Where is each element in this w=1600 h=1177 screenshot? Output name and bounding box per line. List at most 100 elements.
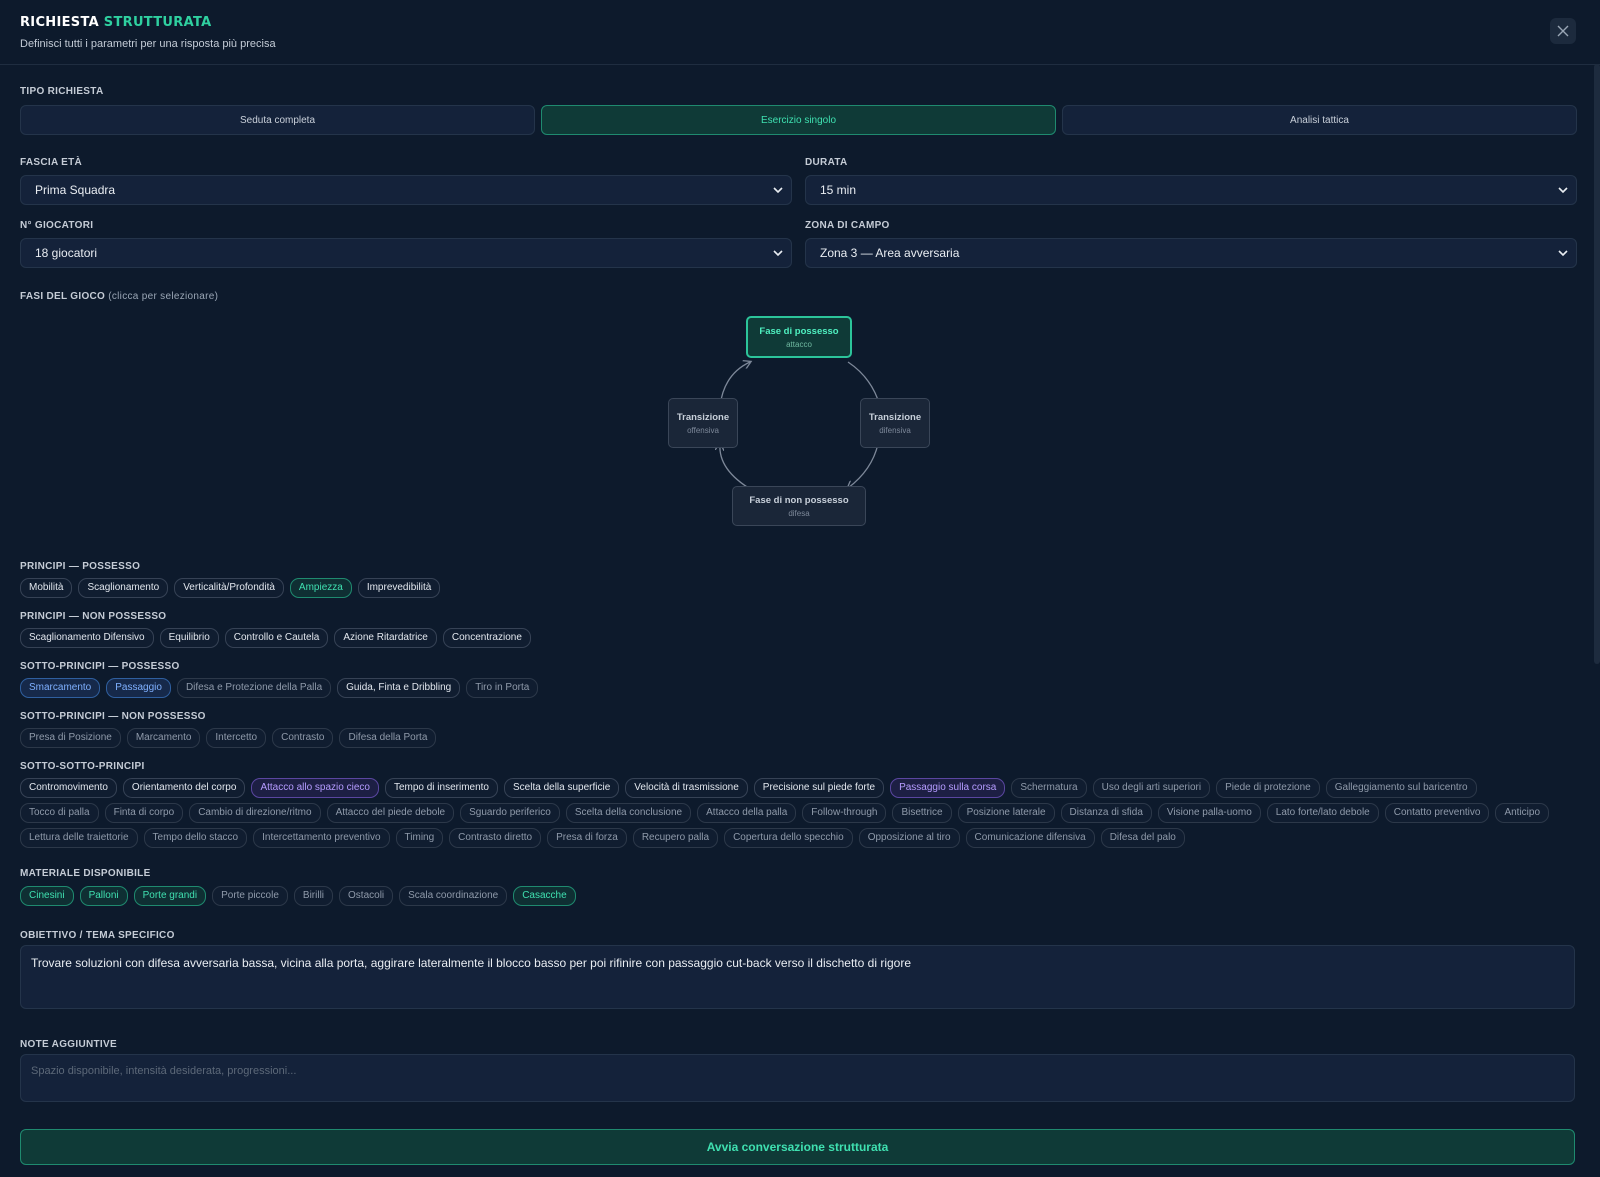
durata-label: DURATA: [805, 157, 848, 168]
fasi-gioco-diagram: Fase di possesso attacco Transizione off…: [640, 310, 960, 530]
sotto-sotto-chip[interactable]: Anticipo: [1495, 803, 1550, 823]
sotto-sotto-chip[interactable]: Attacco del piede debole: [326, 803, 455, 823]
tipo-esercizio-singolo-button[interactable]: Esercizio singolo: [541, 105, 1056, 135]
sotto-sotto-chip[interactable]: Passaggio sulla corsa: [890, 778, 1006, 798]
sotto-sotto-chip[interactable]: Timing: [395, 828, 444, 848]
sotto-sotto-chip[interactable]: Contromovimento: [20, 778, 117, 798]
sotto-sotto-chip[interactable]: Presa di forza: [547, 828, 627, 848]
principi-nonpos-chip[interactable]: Equilibrio: [159, 628, 219, 648]
fase-possesso-sub: attacco: [786, 339, 812, 349]
sotto-sotto-chip[interactable]: Attacco allo spazio cieco: [251, 778, 379, 798]
tipo-seduta-completa-button[interactable]: Seduta completa: [20, 105, 535, 135]
sotto-sotto-chip[interactable]: Cambio di direzione/ritmo: [189, 803, 321, 823]
transizione-difensiva-node[interactable]: Transizione difensiva: [860, 398, 930, 448]
sotto-sotto-chip[interactable]: Uso degli arti superiori: [1092, 778, 1211, 798]
sotto-sotto-chip[interactable]: Lato forte/lato debole: [1266, 803, 1379, 823]
principi-nonpos-chip[interactable]: Scaglionamento Difensivo: [20, 628, 154, 648]
principi-nonpos-chip[interactable]: Azione Ritardatrice: [334, 628, 437, 648]
sotto-sotto-chip[interactable]: Visione palla-uomo: [1157, 803, 1261, 823]
sotto-pos-chip[interactable]: Smarcamento: [20, 678, 101, 698]
principi-pos-chip[interactable]: Mobilità: [20, 578, 73, 598]
materiale-chips: Cinesini Palloni Porte grandi Porte piccole…: [20, 886, 1560, 906]
sotto-sotto-chip[interactable]: Schermatura: [1011, 778, 1087, 798]
tipo-analisi-tattica-button[interactable]: Analisi tattica: [1062, 105, 1577, 135]
sotto-sotto-chip[interactable]: Tempo dello stacco: [143, 828, 248, 848]
materiale-chip[interactable]: Palloni: [79, 886, 128, 906]
sotto-sotto-chip[interactable]: Precisione sul piede forte: [753, 778, 885, 798]
sotto-pos-chip[interactable]: Guida, Finta e Dribbling: [337, 678, 461, 698]
sotto-pos-chip[interactable]: Passaggio: [106, 678, 171, 698]
sotto-sotto-chip[interactable]: Posizione laterale: [957, 803, 1055, 823]
materiale-chip[interactable]: Casacche: [513, 886, 576, 906]
sotto-sotto-chip[interactable]: Distanza di sfida: [1060, 803, 1152, 823]
giocatori-label: N° GIOCATORI: [20, 220, 94, 231]
sotto-sotto-chip[interactable]: Opposizione al tiro: [858, 828, 960, 848]
sotto-sotto-chip[interactable]: Comunicazione difensiva: [965, 828, 1095, 848]
sotto-sotto-chip[interactable]: Follow-through: [802, 803, 887, 823]
sotto-sotto-chip[interactable]: Contatto preventivo: [1384, 803, 1490, 823]
sotto-sotto-chip[interactable]: Tempo di inserimento: [384, 778, 498, 798]
transizione-offensiva-node[interactable]: Transizione offensiva: [668, 398, 738, 448]
sotto-principi-non-possesso-label: SOTTO-PRINCIPI — NON POSSESSO: [20, 711, 206, 722]
fascia-eta-select[interactable]: Prima Squadra: [20, 175, 792, 205]
principi-non-possesso-chips: Scaglionamento Difensivo Equilibrio Contro…: [20, 628, 1560, 648]
sotto-sotto-chip[interactable]: Finta di corpo: [104, 803, 184, 823]
materiale-chip[interactable]: Birilli: [293, 886, 334, 906]
sotto-sotto-chip[interactable]: Difesa del palo: [1100, 828, 1185, 848]
sotto-nonpos-chip[interactable]: Presa di Posizione: [20, 728, 121, 748]
materiale-chip[interactable]: Ostacoli: [339, 886, 394, 906]
fase-non-possesso-title: Fase di non possesso: [749, 494, 849, 506]
sotto-principi-possesso-label: SOTTO-PRINCIPI — POSSESSO: [20, 661, 180, 672]
sotto-pos-chip[interactable]: Tiro in Porta: [466, 678, 539, 698]
sotto-sotto-chip[interactable]: Tocco di palla: [20, 803, 99, 823]
fase-possesso-title: Fase di possesso: [759, 325, 839, 337]
sotto-sotto-chip[interactable]: Velocità di trasmissione: [625, 778, 748, 798]
fasi-gioco-title: FASI DEL GIOCO: [20, 291, 106, 302]
sotto-sotto-chip[interactable]: Bisettrice: [892, 803, 952, 823]
obiettivo-textarea[interactable]: Trovare soluzioni con difesa avversaria …: [20, 945, 1575, 1009]
materiale-chip[interactable]: Porte piccole: [212, 886, 288, 906]
sotto-sotto-chip[interactable]: Lettura delle traiettorie: [20, 828, 138, 848]
sotto-sotto-chip[interactable]: Scelta della superficie: [504, 778, 620, 798]
sotto-nonpos-chip[interactable]: Intercetto: [206, 728, 267, 748]
principi-nonpos-chip[interactable]: Controllo e Cautela: [224, 628, 329, 648]
sotto-sotto-chip[interactable]: Recupero palla: [632, 828, 719, 848]
sotto-sotto-chip[interactable]: Contrasto diretto: [449, 828, 542, 848]
fascia-eta-value: Prima Squadra: [35, 183, 116, 197]
principi-pos-chip[interactable]: Ampiezza: [289, 578, 352, 598]
principi-pos-chip[interactable]: Imprevedibilità: [357, 578, 441, 598]
sotto-sotto-chip[interactable]: Copertura dello specchio: [724, 828, 853, 848]
principi-pos-chip[interactable]: Scaglionamento: [78, 578, 169, 598]
close-icon: [1557, 25, 1569, 37]
sotto-pos-chip[interactable]: Difesa e Protezione della Palla: [176, 678, 332, 698]
sotto-sotto-chip[interactable]: Attacco della palla: [697, 803, 797, 823]
sotto-sotto-chip[interactable]: Piede di protezione: [1216, 778, 1320, 798]
obiettivo-label: OBIETTIVO / TEMA SPECIFICO: [20, 930, 175, 941]
scrollbar[interactable]: [1594, 64, 1600, 664]
fase-possesso-node[interactable]: Fase di possesso attacco: [746, 316, 852, 358]
materiale-chip[interactable]: Porte grandi: [133, 886, 207, 906]
fase-non-possesso-node[interactable]: Fase di non possesso difesa: [732, 486, 866, 526]
giocatori-value: 18 giocatori: [35, 246, 98, 260]
sotto-nonpos-chip[interactable]: Difesa della Porta: [339, 728, 437, 748]
sotto-sotto-chip[interactable]: Intercettamento preventivo: [253, 828, 390, 848]
durata-value: 15 min: [820, 183, 857, 197]
principi-nonpos-chip[interactable]: Concentrazione: [442, 628, 531, 648]
close-button[interactable]: [1550, 18, 1576, 44]
sotto-sotto-chip[interactable]: Galleggiamento sul baricentro: [1325, 778, 1477, 798]
sotto-sotto-chip[interactable]: Orientamento del corpo: [122, 778, 246, 798]
note-textarea[interactable]: Spazio disponibile, intensità desiderata…: [20, 1054, 1575, 1102]
avvia-conversazione-button[interactable]: Avvia conversazione strutturata: [20, 1129, 1575, 1165]
sotto-sotto-chip[interactable]: Sguardo periferico: [460, 803, 560, 823]
sotto-nonpos-chip[interactable]: Contrasto: [272, 728, 334, 748]
zona-campo-select[interactable]: Zona 3 — Area avversaria: [805, 238, 1577, 268]
sotto-sotto-chip[interactable]: Scelta della conclusione: [565, 803, 692, 823]
sotto-nonpos-chip[interactable]: Marcamento: [126, 728, 201, 748]
giocatori-select[interactable]: 18 giocatori: [20, 238, 792, 268]
materiale-chip[interactable]: Scala coordinazione: [399, 886, 508, 906]
materiale-chip[interactable]: Cinesini: [20, 886, 74, 906]
transizione-difensiva-title: Transizione: [868, 411, 922, 423]
zona-campo-value: Zona 3 — Area avversaria: [820, 246, 960, 260]
durata-select[interactable]: 15 min: [805, 175, 1577, 205]
principi-pos-chip[interactable]: Verticalità/Profondità: [174, 578, 284, 598]
